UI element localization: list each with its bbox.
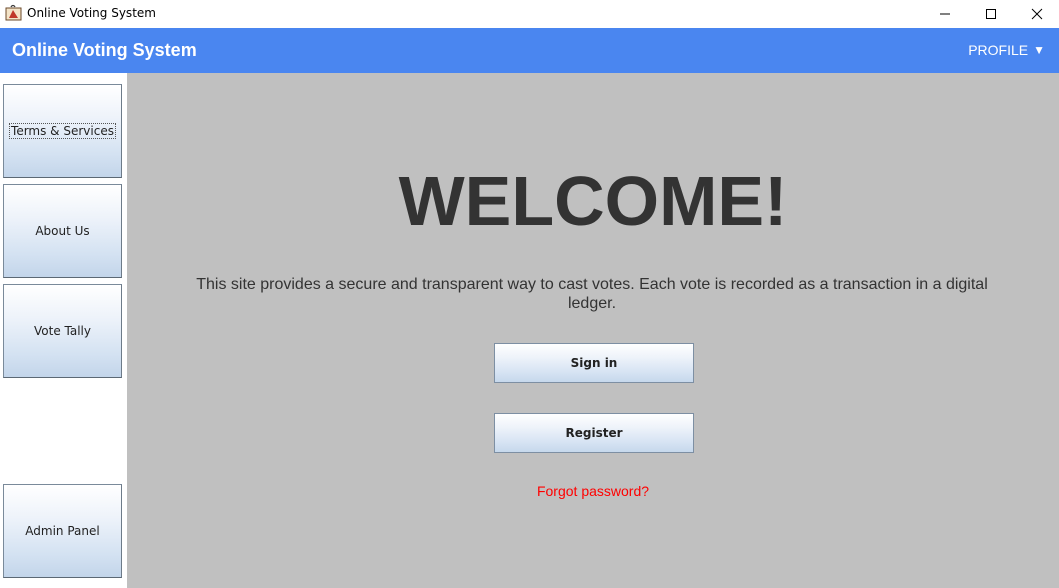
about-us-button[interactable]: About Us (3, 184, 122, 278)
maximize-button[interactable] (968, 0, 1014, 27)
terms-services-label: Terms & Services (9, 123, 116, 139)
sign-in-button[interactable]: Sign in (494, 343, 694, 383)
window-titlebar: Online Voting System (0, 0, 1059, 27)
forgot-password-link[interactable]: Forgot password? (127, 483, 1059, 499)
profile-menu[interactable]: PROFILE ▼ (968, 42, 1045, 58)
java-app-icon (5, 4, 22, 21)
intro-text: This site provides a secure and transpar… (196, 276, 988, 312)
app-title: Online Voting System (12, 40, 197, 60)
main-panel: WELCOME! This site provides a secure and… (127, 73, 1059, 588)
app-header: Online Voting System PROFILE ▼ (0, 28, 1059, 73)
window-title: Online Voting System (27, 6, 156, 20)
vote-tally-button[interactable]: Vote Tally (3, 284, 122, 378)
caret-down-icon: ▼ (1033, 43, 1045, 57)
sidebar: Terms & Services About Us Vote Tally Adm… (0, 73, 127, 588)
about-us-label: About Us (35, 224, 90, 238)
close-button[interactable] (1014, 0, 1059, 27)
terms-services-button[interactable]: Terms & Services (3, 84, 122, 178)
admin-panel-button[interactable]: Admin Panel (3, 484, 122, 578)
welcome-heading: WELCOME! (398, 162, 788, 240)
minimize-icon (940, 13, 950, 14)
vote-tally-label: Vote Tally (34, 324, 91, 338)
close-icon (1031, 8, 1043, 19)
register-button[interactable]: Register (494, 413, 694, 453)
minimize-button[interactable] (922, 0, 968, 27)
profile-label: PROFILE (968, 42, 1029, 58)
admin-panel-label: Admin Panel (25, 524, 100, 538)
maximize-icon (986, 8, 996, 19)
